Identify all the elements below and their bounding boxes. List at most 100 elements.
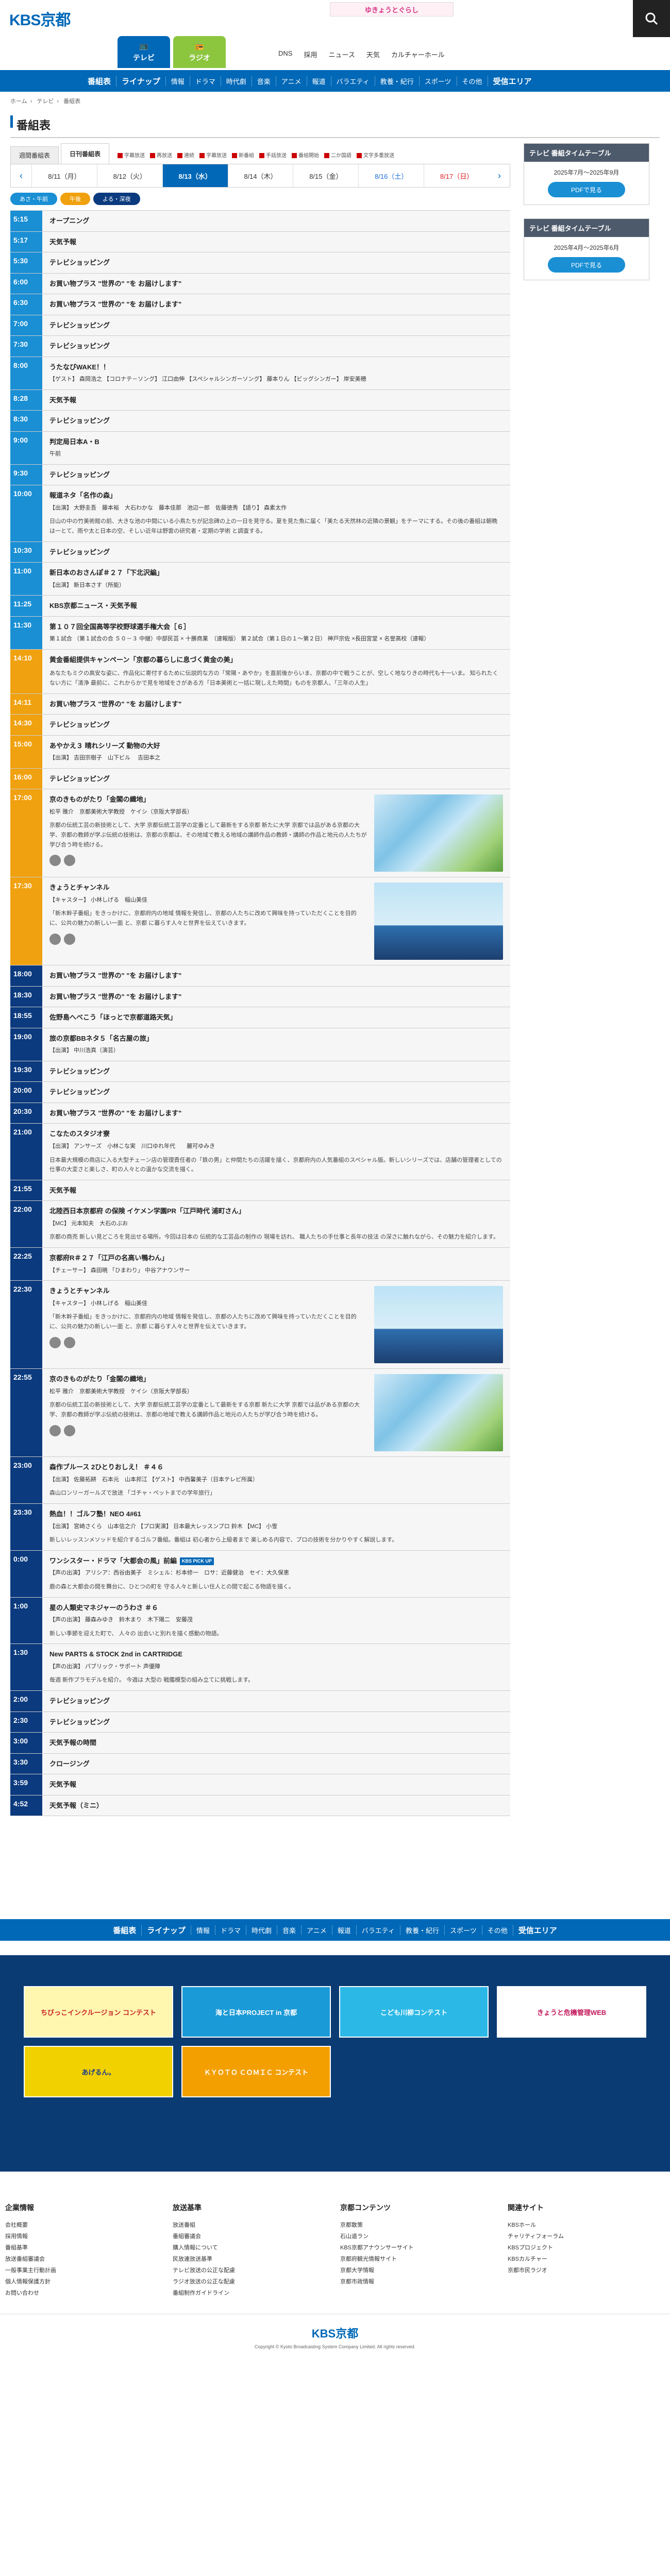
program-title[interactable]: クロージング <box>49 1759 503 1769</box>
program-title[interactable]: こなたのスタジオ寮 <box>49 1129 503 1139</box>
footer-link[interactable]: テレビ放送の公正な配慮 <box>173 2264 330 2276</box>
program-title[interactable]: 天気予報（ミニ） <box>49 1801 503 1811</box>
breadcrumb-home[interactable]: ホーム <box>10 98 27 105</box>
top-link[interactable]: カルチャーホール <box>391 49 445 59</box>
program-title[interactable]: 熱血！！ゴルフ塾！NEO 4#61 <box>49 1509 503 1519</box>
date-tab[interactable]: 8/11（月） <box>31 164 97 187</box>
search-button[interactable] <box>633 0 670 37</box>
nav-item[interactable]: 時代劇 <box>245 1925 277 1935</box>
date-tab[interactable]: 8/14（木） <box>227 164 293 187</box>
program-title[interactable]: きょうとチャンネル <box>49 883 367 893</box>
top-link[interactable]: DNS <box>278 49 292 59</box>
footer-link[interactable]: 個人情報保護方針 <box>5 2276 162 2287</box>
program-title[interactable]: 京のきものがたり「金閣の織地」 <box>49 1374 367 1384</box>
footer-link[interactable]: 京都大学情報 <box>340 2264 497 2276</box>
footer-link[interactable]: 番組基準 <box>5 2242 162 2253</box>
date-tab[interactable]: 8/17（日） <box>424 164 489 187</box>
program-title[interactable]: お買い物プラス "世界の" "を お届けします" <box>49 299 503 310</box>
date-tab[interactable]: 8/16（土） <box>358 164 424 187</box>
nav-item[interactable]: 情報 <box>190 1925 215 1935</box>
program-title[interactable]: テレビショッピング <box>49 320 503 331</box>
share-icon[interactable] <box>49 1425 61 1436</box>
footer-link[interactable]: 京都市政情報 <box>340 2276 497 2287</box>
footer-link[interactable]: チャリティフォーラム <box>508 2230 665 2242</box>
tab-weekly[interactable]: 週間番組表 <box>10 146 59 164</box>
program-title[interactable]: お買い物プラス "世界の" "を お届けします" <box>49 699 503 709</box>
share-icon[interactable] <box>49 855 61 867</box>
nav-item[interactable]: ライナップ <box>141 1924 191 1936</box>
pdf-button[interactable]: PDFで見る <box>548 257 625 273</box>
program-title[interactable]: 森作ブルース 2ひとりおしえ！ ＃４６ <box>49 1462 503 1472</box>
footer-link[interactable]: KBS京都アナウンサーサイト <box>340 2242 497 2253</box>
tab-tv[interactable]: 📺 テレビ <box>118 36 170 68</box>
footer-link[interactable]: 民放連放送基準 <box>173 2253 330 2264</box>
program-title[interactable]: 北陸西日本京都府 の保険 イケメン学園PR「江戸時代 浦町さん」 <box>49 1206 503 1216</box>
program-title[interactable]: テレビショッピング <box>49 1087 503 1097</box>
program-title[interactable]: 京のきものがたり「金閣の織地」 <box>49 794 367 805</box>
nav-item[interactable]: 教養・紀行 <box>374 76 419 86</box>
filter-noon-button[interactable]: 午後 <box>60 193 90 205</box>
promo-banner[interactable]: こども川柳コンテスト <box>339 1986 489 2038</box>
footer-link[interactable]: 石山道ラン <box>340 2230 497 2242</box>
x-icon[interactable] <box>64 1336 75 1348</box>
tab-radio[interactable]: 📻 ラジオ <box>173 36 226 68</box>
program-title[interactable]: お買い物プラス "世界の" "を お届けします" <box>49 279 503 289</box>
footer-link[interactable]: 番組制作ガイドライン <box>173 2287 330 2298</box>
footer-link[interactable]: 京都府観光情報サイト <box>340 2253 497 2264</box>
promo-banner[interactable]: 海と日本PROJECT in 京都 <box>181 1986 331 2038</box>
nav-item[interactable]: アニメ <box>275 76 307 86</box>
nav-item[interactable]: 番組表 <box>108 1925 141 1936</box>
top-link[interactable]: ニュース <box>328 49 355 59</box>
program-title[interactable]: テレビショッピング <box>49 547 503 557</box>
filter-night-button[interactable]: よる・深夜 <box>93 193 140 205</box>
program-title[interactable]: テレビショッピング <box>49 416 503 426</box>
program-title[interactable]: 佐野島へべこう「ほっとで京都道路天気」 <box>49 1012 503 1023</box>
footer-link[interactable]: 購入情報について <box>173 2242 330 2253</box>
footer-link[interactable]: 一般事業主行動計画 <box>5 2264 162 2276</box>
nav-item[interactable]: 情報 <box>165 76 190 86</box>
program-title[interactable]: 天気予報 <box>49 395 503 405</box>
program-title[interactable]: あやかえ３ 晴れシリーズ 動物の大好 <box>49 741 503 751</box>
footer-link[interactable]: 会社概要 <box>5 2219 162 2230</box>
program-title[interactable]: お買い物プラス "世界の" "を お届けします" <box>49 1108 503 1118</box>
nav-item[interactable]: 受信エリア <box>512 1924 562 1936</box>
program-title[interactable]: 旅の京都BBネタ５「名古屋の旅」 <box>49 1033 503 1044</box>
nav-item[interactable]: ドラマ <box>189 76 221 86</box>
nav-item[interactable]: アニメ <box>300 1925 332 1935</box>
program-image[interactable] <box>374 1374 503 1452</box>
promo-banner[interactable]: きょうと危機管理WEB <box>497 1986 646 2038</box>
program-title[interactable]: 黄金番組提供キャンペーン「京都の暮らしに息づく黄金の美」 <box>49 655 503 665</box>
program-title[interactable]: New PARTS & STOCK 2nd in CARTRIDGE <box>49 1649 503 1659</box>
footer-logo[interactable]: KBS京都 <box>0 2325 670 2341</box>
date-tab[interactable]: 8/12（火） <box>96 164 162 187</box>
footer-link[interactable]: 放送番組審議会 <box>5 2253 162 2264</box>
footer-link[interactable]: ラジオ放送の公正な配慮 <box>173 2276 330 2287</box>
program-title[interactable]: テレビショッピング <box>49 774 503 784</box>
tab-daily[interactable]: 日刊番組表 <box>61 143 110 164</box>
program-title[interactable]: 星の人類史マネジャーのうわさ ＃６ <box>49 1603 503 1613</box>
program-title[interactable]: テレビショッピング <box>49 1717 503 1727</box>
program-image[interactable] <box>374 1286 503 1364</box>
footer-link[interactable]: KBSホール <box>508 2219 665 2230</box>
promo-banner[interactable]: ちびっこインクルージョン コンテスト <box>24 1986 173 2038</box>
program-title[interactable]: テレビショッピング <box>49 1696 503 1706</box>
x-icon[interactable] <box>64 933 75 945</box>
program-title[interactable]: テレビショッピング <box>49 720 503 730</box>
date-prev-button[interactable]: ‹ <box>11 164 31 187</box>
program-title[interactable]: 天気予報 <box>49 237 503 247</box>
program-title[interactable]: 第１０７回全国高等学校野球選手権大会［６］ <box>49 622 503 632</box>
nav-item[interactable]: ドラマ <box>214 1925 246 1935</box>
footer-link[interactable]: 番組審議会 <box>173 2230 330 2242</box>
nav-item[interactable]: その他 <box>456 76 488 86</box>
program-title[interactable]: ワンシスター・ドラマ「大都会の風」前編 KBS PICK UP <box>49 1556 503 1566</box>
nav-item[interactable]: 報道 <box>306 76 331 86</box>
nav-item[interactable]: スポーツ <box>418 76 457 86</box>
x-icon[interactable] <box>64 855 75 867</box>
nav-item[interactable]: 報道 <box>331 1925 356 1935</box>
breadcrumb-tv[interactable]: テレビ <box>37 98 54 105</box>
nav-item[interactable]: 教養・紀行 <box>399 1925 444 1935</box>
top-banner[interactable]: ゆきょうとぐらし <box>330 2 454 16</box>
footer-link[interactable]: 京都市民ラジオ <box>508 2264 665 2276</box>
nav-item[interactable]: 音楽 <box>276 1925 301 1935</box>
promo-banner[interactable]: あげるん。 <box>24 2046 173 2098</box>
